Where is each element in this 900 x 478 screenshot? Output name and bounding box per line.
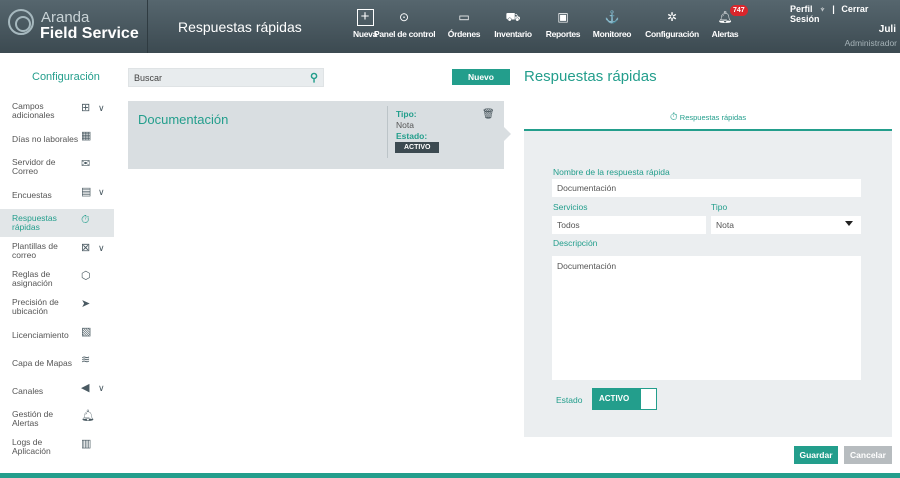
sidebar-item-logs-de-aplicacion[interactable]: Logs de Aplicación ▥	[0, 433, 114, 461]
nav-ordenes[interactable]: ▭ Órdenes	[447, 9, 481, 49]
log-icon: ▥	[81, 438, 92, 450]
tipo-label: Tipo	[711, 202, 728, 212]
sidebar-item-plantillas-de-correo[interactable]: Plantillas de correo ⊠ ∨	[0, 237, 114, 265]
location-arrow-icon: ➤	[81, 298, 91, 310]
chevron-down-icon[interactable]: ∨	[98, 188, 105, 197]
panel-tab[interactable]: ⏱︎ Respuestas rápidas	[524, 101, 892, 131]
reports-icon: ▣	[557, 10, 569, 24]
dashboard-icon: ⊙	[398, 10, 410, 24]
monitoring-icon: ⚓	[604, 10, 620, 24]
new-button[interactable]: Nuevo	[452, 69, 510, 85]
quick-response-card[interactable]: Documentación Tipo: Nota Estado: ACTIVO …	[128, 101, 511, 169]
footer-bar	[0, 473, 900, 478]
estado-toggle-label: ACTIVO	[593, 389, 641, 409]
search-icon[interactable]: ⚲	[310, 71, 318, 84]
calendar-icon: ▦	[81, 130, 92, 142]
name-field[interactable]: Documentación	[552, 179, 861, 197]
stopwatch-icon: ⏱︎	[669, 112, 678, 123]
orders-icon: ▭	[458, 10, 470, 24]
brand-name: Aranda	[41, 9, 90, 26]
cancel-button[interactable]: Cancelar	[844, 446, 892, 464]
search-input[interactable]: Buscar ⚲	[128, 68, 324, 87]
detail-panel: ⏱︎ Respuestas rápidas Nombre de la respu…	[524, 101, 892, 437]
sidebar-title: Configuración	[32, 71, 100, 83]
nav-configuracion[interactable]: ✲ Configuración	[645, 9, 699, 49]
nav-alertas[interactable]: 🔔︎ 747 Alertas	[709, 5, 748, 49]
card-tipo-value: Nota	[396, 120, 414, 130]
envelope-icon: ✉	[81, 158, 91, 170]
chevron-down-icon[interactable]: ∨	[98, 384, 105, 393]
profile-links: Perfil ♆ | Cerrar Sesión	[790, 4, 900, 24]
mail-template-icon: ⊠	[81, 242, 91, 254]
card-divider	[387, 106, 388, 158]
user-role: Administrador	[844, 38, 897, 48]
estado-label: Estado	[556, 395, 583, 405]
sidebar-item-encuestas[interactable]: Encuestas ▤ ∨	[0, 181, 114, 209]
trash-icon[interactable]: 🗑︎	[482, 109, 495, 120]
alert-count-badge: 747	[730, 5, 748, 16]
megaphone-icon: ◀	[81, 382, 90, 394]
top-header: Aranda Field Service Respuestas rápidas …	[0, 0, 900, 53]
sidebar-item-respuestas-rapidas[interactable]: Respuestas rápidas ⏱︎	[0, 209, 114, 237]
name-label: Nombre de la respuesta rápida	[553, 167, 670, 177]
save-button[interactable]: Guardar	[794, 446, 838, 464]
chevron-down-icon	[845, 221, 853, 226]
cube-icon: ⬡	[81, 270, 91, 282]
map-layers-icon: ≋	[81, 354, 91, 366]
estado-toggle[interactable]: ACTIVO	[592, 388, 657, 410]
plus-icon: +	[356, 9, 374, 26]
header-separator: |	[832, 4, 835, 14]
tipo-select[interactable]: Nota	[711, 216, 861, 234]
chevron-down-icon[interactable]: ∨	[98, 244, 105, 253]
user-pin-icon: ♆	[819, 4, 826, 14]
sidebar-item-dias-no-laborales[interactable]: Días no laborales ▦	[0, 125, 114, 153]
nav-panel-de-control[interactable]: ⊙ Panel de control	[374, 9, 436, 49]
nav-inventario[interactable]: ⛟ Inventario	[492, 9, 534, 49]
nav-reportes[interactable]: ▣ Reportes	[545, 9, 581, 49]
user-name: Juli	[878, 24, 896, 35]
sidebar-item-precision-de-ubicacion[interactable]: Precisión de ubicación ➤	[0, 293, 114, 321]
brand-product: Field Service	[40, 25, 139, 42]
servicios-label: Servicios	[553, 202, 588, 212]
header-divider	[147, 0, 148, 53]
servicios-field[interactable]: Todos	[552, 216, 706, 234]
gear-icon: ✲	[666, 10, 678, 24]
sidebar-item-gestion-de-alertas[interactable]: Gestión de Alertas 🔔︎	[0, 405, 114, 433]
add-box-icon: ⊞	[81, 102, 91, 114]
search-placeholder: Buscar	[134, 73, 163, 83]
card-title: Documentación	[138, 112, 229, 127]
status-badge: ACTIVO	[395, 142, 440, 153]
sidebar-item-campos-adicionales[interactable]: Campos adicionales ⊞ ∨	[0, 97, 114, 125]
nav-monitoreo[interactable]: ⚓ Monitoreo	[592, 9, 632, 49]
sidebar-item-licenciamiento[interactable]: Licenciamiento ▧	[0, 321, 114, 349]
sidebar-item-reglas-de-asignacion[interactable]: Reglas de asignación ⬡	[0, 265, 114, 293]
survey-icon: ▤	[81, 186, 92, 198]
detail-title: Respuestas rápidas	[524, 68, 657, 85]
descripcion-label: Descripción	[553, 238, 598, 248]
sidebar-item-capa-de-mapas[interactable]: Capa de Mapas ≋	[0, 349, 114, 377]
inventory-icon: ⛟	[505, 10, 521, 24]
profile-link[interactable]: Perfil	[790, 4, 813, 14]
sidebar-item-canales[interactable]: Canales ◀ ∨	[0, 377, 114, 405]
aranda-logo-icon	[8, 9, 34, 35]
card-estado-label: Estado:	[396, 131, 428, 141]
stopwatch-icon: ⏱︎	[81, 214, 90, 226]
descripcion-textarea[interactable]: Documentación	[552, 256, 861, 380]
header-page-title: Respuestas rápidas	[178, 19, 302, 35]
bell-icon: 🔔︎	[81, 410, 95, 422]
card-tipo-label: Tipo:	[396, 109, 417, 119]
chevron-down-icon[interactable]: ∨	[98, 104, 105, 113]
license-icon: ▧	[81, 326, 92, 338]
sidebar: Campos adicionales ⊞ ∨ Días no laborales…	[0, 97, 114, 461]
sidebar-item-servidor-de-correo[interactable]: Servidor de Correo ✉	[0, 153, 114, 181]
